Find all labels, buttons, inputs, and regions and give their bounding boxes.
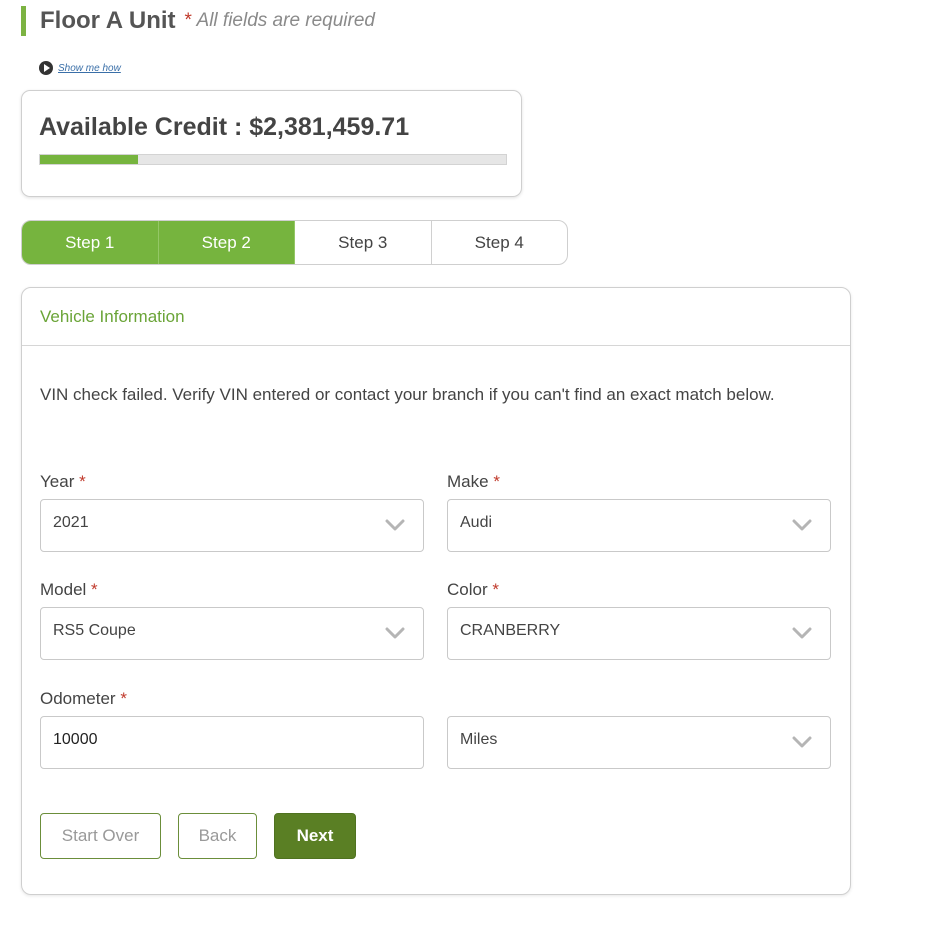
panel-title: Vehicle Information: [22, 288, 850, 346]
chevron-down-icon: [385, 519, 405, 531]
required-star: *: [120, 689, 127, 708]
show-me-how-link[interactable]: Show me how: [39, 61, 121, 75]
credit-usage-fill: [40, 155, 138, 164]
show-me-how-label: Show me how: [58, 62, 121, 74]
chevron-down-icon: [385, 627, 405, 639]
available-credit-card: Available Credit : $2,381,459.71: [21, 90, 522, 197]
year-value: 2021: [53, 514, 89, 531]
required-star: *: [184, 10, 192, 31]
odometer-unit-select[interactable]: Miles: [447, 716, 831, 769]
step-4-tab[interactable]: Step 4: [432, 221, 568, 264]
model-label: Model *: [40, 580, 98, 600]
color-label: Color *: [447, 580, 499, 600]
available-credit-text: Available Credit : $2,381,459.71: [39, 113, 410, 141]
step-3-tab[interactable]: Step 3: [295, 221, 432, 264]
step-progress-nav: Step 1 Step 2 Step 3 Step 4: [21, 220, 568, 265]
color-select[interactable]: CRANBERRY: [447, 607, 831, 660]
make-label: Make *: [447, 472, 500, 492]
step-2-tab[interactable]: Step 2: [158, 221, 295, 264]
year-select[interactable]: 2021: [40, 499, 424, 552]
make-label-text: Make: [447, 472, 489, 491]
color-value: CRANBERRY: [460, 622, 561, 639]
floor-unit-page: Floor A Unit * All fields are required S…: [0, 0, 947, 927]
title-accent-bar: [21, 6, 26, 36]
next-button[interactable]: Next: [274, 813, 356, 859]
model-select[interactable]: RS5 Coupe: [40, 607, 424, 660]
chevron-down-icon: [792, 519, 812, 531]
odometer-value: 10000: [53, 731, 98, 748]
make-select[interactable]: Audi: [447, 499, 831, 552]
vin-check-notice: VIN check failed. Verify VIN entered or …: [40, 385, 775, 404]
make-value: Audi: [460, 514, 493, 531]
year-label: Year *: [40, 472, 86, 492]
color-label-text: Color: [447, 580, 488, 599]
page-title: Floor A Unit: [40, 7, 176, 34]
credit-usage-bar: [39, 154, 507, 165]
vehicle-information-panel: Vehicle Information VIN check failed. Ve…: [21, 287, 851, 895]
page-title-row: Floor A Unit * All fields are required: [21, 6, 375, 36]
odometer-label-text: Odometer: [40, 689, 116, 708]
model-value: RS5 Coupe: [53, 622, 136, 639]
year-label-text: Year: [40, 472, 75, 491]
odometer-input[interactable]: 10000: [40, 716, 424, 769]
step-1-tab[interactable]: Step 1: [22, 221, 159, 264]
odometer-label: Odometer *: [40, 689, 127, 709]
required-star: *: [91, 580, 98, 599]
required-note: * All fields are required: [185, 10, 375, 32]
required-note-text: All fields are required: [196, 10, 375, 31]
start-over-button[interactable]: Start Over: [40, 813, 161, 859]
required-star: *: [79, 472, 86, 491]
required-star: *: [493, 472, 500, 491]
chevron-down-icon: [792, 736, 812, 748]
odometer-unit-value: Miles: [460, 731, 498, 748]
required-star: *: [492, 580, 499, 599]
back-button[interactable]: Back: [178, 813, 257, 859]
play-circle-icon: [39, 61, 53, 75]
chevron-down-icon: [792, 627, 812, 639]
model-label-text: Model: [40, 580, 87, 599]
